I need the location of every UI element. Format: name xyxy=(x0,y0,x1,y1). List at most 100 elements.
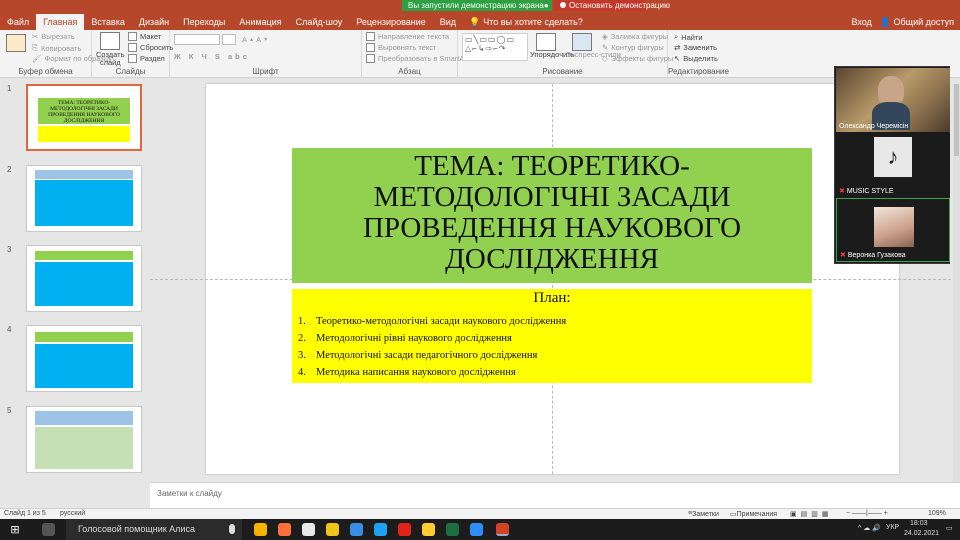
slide-thumbnail-4[interactable] xyxy=(26,325,142,392)
zoom-level[interactable]: 109% xyxy=(928,510,946,517)
slide-thumbnail-1[interactable]: ТЕМА: ТЕОРЕТИКО-МЕТОДОЛОГІЧНІ ЗАСАДИ ПРО… xyxy=(26,84,142,151)
shape-effects-button[interactable]: ◇ Эффекты фигуры xyxy=(602,54,673,63)
pen-icon: ✎ xyxy=(602,43,609,52)
reset-button[interactable]: Сбросить xyxy=(128,43,173,52)
status-bar: Слайд 1 из 5 русский ≡ Заметки ▭ Примеча… xyxy=(0,508,960,519)
shapes-gallery[interactable]: ▭╲▭▭◯▭ △⌐↳⇨⌐↷ xyxy=(462,33,528,61)
quick-styles-icon[interactable] xyxy=(572,33,592,51)
font-size-combo[interactable] xyxy=(222,34,236,45)
keyboard-language[interactable]: УКР xyxy=(886,524,899,531)
layout-button[interactable]: Макет xyxy=(128,32,161,41)
chrome-icon[interactable] xyxy=(254,523,267,536)
participant-name-tag: Олександр Черемісін xyxy=(839,123,908,130)
slide-counter: Слайд 1 из 5 xyxy=(4,510,46,517)
firefox-icon[interactable] xyxy=(278,523,291,536)
comments-toggle[interactable]: ▭ Примечания xyxy=(730,510,777,518)
text-direction-button[interactable]: Направление текста xyxy=(366,32,449,41)
video-tile-participant-2[interactable]: ♪ ✖ MUSIC STYLE xyxy=(836,133,950,197)
telegram-icon[interactable] xyxy=(374,523,387,536)
tab-view[interactable]: Вид xyxy=(433,14,463,30)
paste-icon[interactable] xyxy=(6,34,26,52)
powerpoint-icon[interactable] xyxy=(496,523,509,536)
mail-icon[interactable] xyxy=(350,523,363,536)
shape-outline-button[interactable]: ✎ Контур фигуры xyxy=(602,43,664,52)
clock-time[interactable]: 18:03 xyxy=(910,520,928,527)
screen-share-status: Вы запустили демонстрацию экрана xyxy=(408,1,544,10)
slide-title-box[interactable]: ТЕМА: ТЕОРЕТИКО- МЕТОДОЛОГІЧНІ ЗАСАДИ ПР… xyxy=(292,148,812,283)
tab-file[interactable]: Файл xyxy=(0,14,36,30)
stop-share-button[interactable]: Остановить демонстрацию xyxy=(554,0,670,11)
font-size-buttons[interactable]: A ▴ A ▾ xyxy=(242,35,267,44)
smartart-button[interactable]: Преобразовать в SmartArt xyxy=(366,54,469,63)
notification-icon[interactable]: ▭ xyxy=(946,524,953,532)
plan-item: 2. Методологічні рівні наукового дослідже… xyxy=(298,330,566,347)
plan-item-text: Теоретико-методологічні засади наукового… xyxy=(316,316,567,327)
clock-date[interactable]: 24.02.2021 xyxy=(904,530,939,537)
align-text-button[interactable]: Выровнять текст xyxy=(366,43,436,52)
opera-icon[interactable] xyxy=(398,523,411,536)
section-button[interactable]: Раздел xyxy=(128,54,165,63)
view-buttons[interactable]: ▣▤▥▦ xyxy=(790,510,832,518)
slide-thumbnails-panel: 1 ТЕМА: ТЕОРЕТИКО-МЕТОДОЛОГІЧНІ ЗАСАДИ П… xyxy=(0,78,150,508)
tab-review[interactable]: Рецензирование xyxy=(349,14,433,30)
mic-muted-icon: ✖ xyxy=(839,188,845,195)
excel-icon[interactable] xyxy=(446,523,459,536)
plan-item-number: 2. xyxy=(298,333,306,344)
language-indicator[interactable]: русский xyxy=(60,510,85,517)
new-slide-icon[interactable] xyxy=(100,32,120,50)
cursor-icon: ↖ xyxy=(674,54,681,63)
video-tile-participant-1[interactable]: Олександр Черемісін xyxy=(836,68,950,132)
slide-thumbnail-3[interactable] xyxy=(26,245,142,312)
plan-list: 1. Теоретико-методологічні засади науково… xyxy=(298,313,566,381)
tab-transitions[interactable]: Переходы xyxy=(176,14,232,30)
notes-pane[interactable]: Заметки к слайду xyxy=(150,482,960,508)
new-slide-button[interactable]: Создать слайд xyxy=(96,51,125,67)
tab-home[interactable]: Главная xyxy=(36,14,85,30)
cut-label: Вырезать xyxy=(41,32,75,41)
screen-share-banner: Вы запустили демонстрацию экрана ● xyxy=(402,0,552,11)
mic-muted-icon: ✖ xyxy=(840,252,846,259)
yandex-browser-icon[interactable] xyxy=(422,523,435,536)
find-label: Найти xyxy=(681,32,703,42)
copy-button[interactable]: ⎘ Копировать xyxy=(32,43,81,53)
tab-slideshow[interactable]: Слайд-шоу xyxy=(289,14,350,30)
clipboard-group-label: Буфер обмена xyxy=(18,67,73,76)
share-button[interactable]: 👤 Общий доступ xyxy=(880,14,954,30)
thumb-plan-block xyxy=(38,126,130,142)
font-family-combo[interactable] xyxy=(174,34,220,45)
tab-design[interactable]: Дизайн xyxy=(132,14,176,30)
windows-start-icon[interactable]: ⊞ xyxy=(0,519,30,540)
tell-me-search[interactable]: 💡 Что вы хотите сделать? xyxy=(463,14,590,30)
tab-insert[interactable]: Вставка xyxy=(84,14,131,30)
zoom-icon[interactable] xyxy=(470,523,483,536)
task-view-icon[interactable] xyxy=(42,523,55,536)
file-explorer-icon[interactable] xyxy=(326,523,339,536)
group-drawing: ▭╲▭▭◯▭ △⌐↳⇨⌐↷ Упорядочить Экспресс-стили … xyxy=(458,30,673,78)
arrange-icon[interactable] xyxy=(536,33,556,51)
microphone-icon[interactable] xyxy=(229,524,235,534)
zoom-slider[interactable]: − ——|—— + xyxy=(846,510,888,517)
plan-item: 4. Методика написання наукового досліджен… xyxy=(298,364,566,381)
tab-animations[interactable]: Анимация xyxy=(232,14,288,30)
cut-button[interactable]: ✂ Вырезать xyxy=(32,32,75,41)
select-button[interactable]: ↖ Выделить xyxy=(674,54,718,63)
notes-toggle[interactable]: ≡ Заметки xyxy=(688,510,719,518)
vertical-scrollbar[interactable] xyxy=(953,84,960,482)
store-icon[interactable] xyxy=(302,523,315,536)
replace-button[interactable]: ⇄ Заменить xyxy=(674,43,717,52)
video-tile-participant-3[interactable]: ✖ Веронка Гузакова xyxy=(836,198,950,262)
tray-icons[interactable]: ^ ☁ 🔊 xyxy=(858,524,881,532)
slides-group-label: Слайды xyxy=(115,67,146,76)
slide-thumbnail-2[interactable] xyxy=(26,165,142,232)
signin-link[interactable]: Вход xyxy=(851,14,871,30)
tell-me-label: Что вы хотите сделать? xyxy=(483,17,583,27)
shape-fill-button[interactable]: ◈ Заливка фигуры xyxy=(602,32,668,41)
text-direction-icon xyxy=(366,32,375,41)
slide-thumbnail-5[interactable] xyxy=(26,406,142,473)
slide-plan-box[interactable]: План: 1. Теоретико-методологічні засади н… xyxy=(292,289,812,383)
plan-item: 3. Методологічні засади педагогічного дос… xyxy=(298,347,566,364)
scrollbar-thumb[interactable] xyxy=(954,84,959,156)
voice-assistant-search[interactable]: Голосовой помощник Алиса xyxy=(66,519,242,540)
find-button[interactable]: ⌕ Найти xyxy=(674,32,703,42)
font-format-buttons[interactable]: Ж К Ч S abc xyxy=(174,52,250,61)
